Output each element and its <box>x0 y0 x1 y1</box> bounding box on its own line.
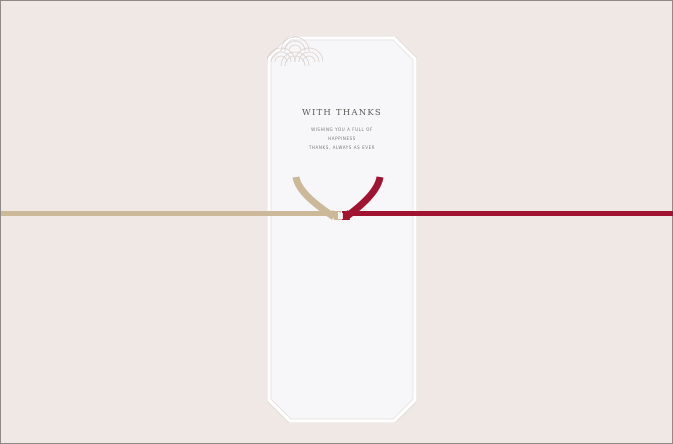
noshi-card: WITH THANKS WISHING YOU A FULL OF HAPPIN… <box>267 36 417 423</box>
message-line-3: THANKS, ALWAYS AS EVER <box>308 145 376 150</box>
noshi-card-frame <box>267 36 417 423</box>
seigaiha-wave-icon <box>267 36 323 66</box>
mizuhiki-knot <box>292 176 384 220</box>
message-line-2: HAPPINESS <box>328 136 356 141</box>
card-title: WITH THANKS <box>302 108 382 118</box>
greeting-card-canvas: WITH THANKS WISHING YOU A FULL OF HAPPIN… <box>0 0 673 444</box>
message-line-1: WISHING YOU A FULL OF <box>311 127 373 132</box>
